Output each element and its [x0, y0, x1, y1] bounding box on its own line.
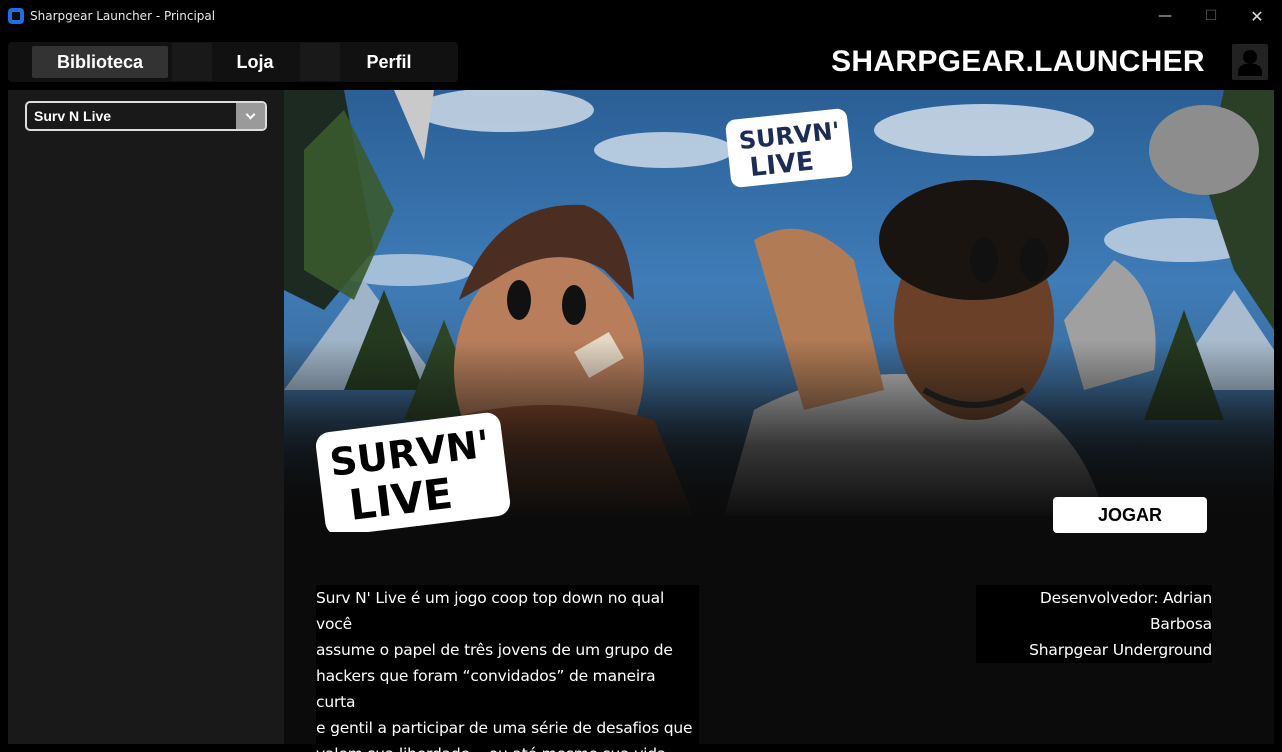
window-title: Sharpgear Launcher - Principal — [30, 9, 216, 23]
game-select-value: Surv N Live — [34, 108, 112, 124]
maximize-button[interactable]: ☐ — [1188, 0, 1234, 32]
play-button[interactable]: JOGAR — [1053, 497, 1207, 533]
app-icon — [8, 8, 24, 24]
tab-biblioteca[interactable]: Biblioteca — [32, 46, 168, 78]
chevron-down-icon[interactable] — [236, 103, 265, 129]
sidebar — [8, 90, 284, 744]
profile-button[interactable] — [1232, 44, 1268, 80]
game-logo: SURVN' LIVE — [316, 412, 511, 532]
user-icon — [1243, 50, 1257, 64]
nav-divider — [300, 43, 340, 81]
nav-divider — [172, 43, 212, 81]
tab-loja[interactable]: Loja — [212, 46, 298, 78]
minimize-button[interactable]: — — [1142, 0, 1188, 32]
close-button[interactable]: ✕ — [1234, 0, 1280, 32]
game-select[interactable]: Surv N Live — [25, 101, 267, 131]
brand-title: SHARPGEAR.LAUNCHER — [831, 45, 1205, 78]
game-description: Surv N' Live é um jogo coop top down no … — [316, 585, 699, 752]
title-bar: Sharpgear Launcher - Principal — ☐ ✕ — [0, 0, 1282, 32]
developer-info: Desenvolvedor: Adrian Barbosa Sharpgear … — [976, 585, 1212, 663]
game-logo-small: SURVN' LIVE — [725, 108, 853, 188]
studio-name: Sharpgear Underground — [1029, 641, 1212, 659]
tab-perfil[interactable]: Perfil — [342, 46, 436, 78]
developer-name: Desenvolvedor: Adrian Barbosa — [1039, 589, 1212, 633]
